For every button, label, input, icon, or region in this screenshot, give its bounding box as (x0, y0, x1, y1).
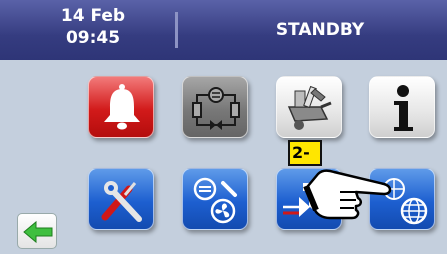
date-display: 14 Feb (60, 6, 126, 26)
alarm-button[interactable] (88, 76, 154, 138)
header-bar: 14 Feb 09:45 STANDBY (0, 0, 447, 60)
status-text: STANDBY (275, 20, 365, 40)
wrench-screwdriver-icon (101, 181, 142, 222)
info-icon (394, 85, 413, 131)
header-divider (175, 12, 178, 48)
time-display: 09:45 (65, 28, 121, 48)
bell-icon (104, 84, 140, 130)
info-button[interactable] (369, 76, 435, 138)
pointing-hand-icon (303, 169, 392, 220)
compressor-fan-wrench-icon (193, 177, 237, 224)
step-label: 2- (288, 140, 322, 166)
back-button[interactable] (17, 213, 57, 249)
settings-button[interactable] (88, 168, 154, 230)
service-tools-button[interactable] (276, 76, 342, 138)
refrigeration-circuit-icon (192, 87, 240, 130)
refrigeration-circuit-button[interactable] (182, 76, 248, 138)
wheelbarrow-tools-icon (287, 85, 332, 130)
compressor-fan-settings-button[interactable] (182, 168, 248, 230)
arrow-left-icon (23, 220, 53, 244)
